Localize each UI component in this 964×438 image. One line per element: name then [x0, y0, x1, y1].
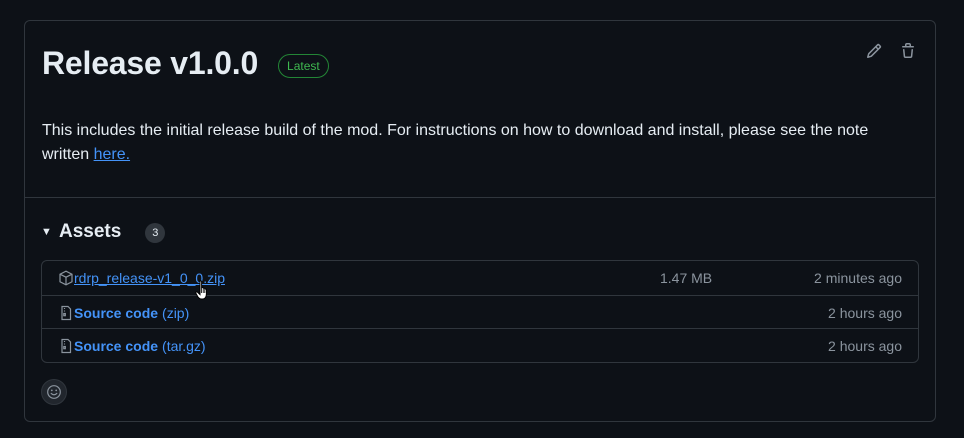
latest-badge: Latest — [278, 53, 329, 78]
release-card: Release v1.0.0 Latest This includes the … — [24, 20, 936, 422]
asset-row: Source code (tar.gz) 2 hours ago — [42, 328, 918, 362]
release-notes-text: This includes the initial release build … — [42, 122, 869, 163]
assets-count-badge: 3 — [145, 223, 166, 243]
asset-timestamp: 2 hours ago — [828, 337, 902, 354]
asset-row: rdrp_release-v1_0_0.zip 1.47 MB 2 minute… — [42, 261, 918, 295]
asset-timestamp: 2 hours ago — [828, 304, 902, 321]
caret-down-icon: ▼ — [41, 226, 52, 238]
file-zip-icon — [58, 338, 74, 354]
asset-row: Source code (zip) 2 hours ago — [42, 295, 918, 329]
asset-list: rdrp_release-v1_0_0.zip 1.47 MB 2 minute… — [41, 260, 919, 363]
file-zip-icon — [58, 305, 74, 321]
edit-button[interactable] — [865, 42, 883, 60]
source-code-targz-link[interactable]: Source code — [74, 338, 158, 354]
divider — [25, 197, 935, 198]
pencil-icon — [866, 43, 882, 59]
asset-size: 1.47 MB — [660, 270, 713, 286]
asset-timestamp: 2 minutes ago — [814, 270, 902, 286]
add-reaction-button[interactable] — [41, 379, 67, 405]
hand-cursor-icon — [195, 280, 207, 300]
source-code-zip-link[interactable]: Source code — [74, 305, 158, 321]
asset-format: (tar.gz) — [162, 337, 206, 354]
assets-title: Assets — [59, 221, 122, 242]
release-title[interactable]: Release v1.0.0 — [42, 45, 258, 82]
release-header: Release v1.0.0 Latest — [42, 45, 329, 82]
package-icon — [58, 270, 74, 286]
release-actions — [865, 42, 917, 60]
asset-format: (zip) — [162, 304, 190, 321]
release-notes: This includes the initial release build … — [42, 119, 912, 167]
delete-button[interactable] — [899, 42, 917, 60]
trash-icon — [902, 43, 914, 58]
assets-toggle[interactable]: ▼ Assets 3 — [41, 221, 166, 243]
smiley-icon — [47, 385, 61, 399]
instructions-link[interactable]: here. — [94, 146, 130, 163]
